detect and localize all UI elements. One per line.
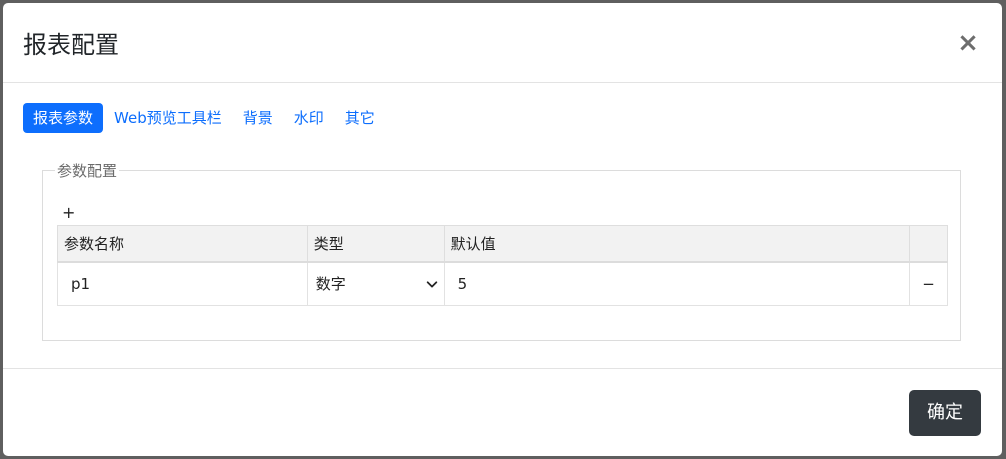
table-row: p1 数字 5 − xyxy=(57,261,948,306)
param-table: 参数名称 类型 默认值 p1 数字 5 − xyxy=(57,225,948,306)
minus-icon: − xyxy=(922,274,935,293)
tab-background[interactable]: 背景 xyxy=(233,103,283,133)
tab-watermark[interactable]: 水印 xyxy=(284,103,334,133)
close-icon: × xyxy=(957,28,979,58)
param-type-value: 数字 xyxy=(315,275,346,294)
tab-web-preview-toolbar[interactable]: Web预览工具栏 xyxy=(104,103,232,133)
column-header-param-name: 参数名称 xyxy=(57,225,308,263)
report-config-dialog: 报表配置 × 报表参数 Web预览工具栏 背景 水印 其它 参数配置 + 参数名… xyxy=(3,3,1002,456)
tab-other[interactable]: 其它 xyxy=(335,103,385,133)
column-header-type: 类型 xyxy=(306,225,445,263)
default-value-input[interactable]: 5 xyxy=(443,261,911,306)
close-button[interactable]: × xyxy=(956,29,980,57)
param-type-select[interactable]: 数字 xyxy=(306,261,445,306)
ok-button[interactable]: 确定 xyxy=(909,390,981,436)
dialog-footer: 确定 xyxy=(3,368,1002,456)
chevron-down-icon xyxy=(426,281,437,288)
param-config-legend: 参数配置 xyxy=(55,161,120,181)
plus-icon: + xyxy=(62,203,76,222)
tab-report-params[interactable]: 报表参数 xyxy=(23,103,104,133)
dialog-title: 报表配置 xyxy=(23,31,119,59)
table-header-row: 参数名称 类型 默认值 xyxy=(57,225,948,263)
dialog-header: 报表配置 × xyxy=(3,3,1002,83)
param-name-value: p1 xyxy=(71,274,91,293)
column-header-actions xyxy=(909,225,948,263)
remove-param-button[interactable]: − xyxy=(909,261,948,306)
param-name-input[interactable]: p1 xyxy=(57,261,308,306)
default-value-text: 5 xyxy=(457,274,468,293)
tab-bar: 报表参数 Web预览工具栏 背景 水印 其它 xyxy=(23,103,386,133)
add-param-button[interactable]: + xyxy=(62,203,75,223)
param-config-fieldset: 参数配置 + 参数名称 类型 默认值 p1 数字 5 − xyxy=(42,161,961,341)
column-header-default-value: 默认值 xyxy=(443,225,911,263)
